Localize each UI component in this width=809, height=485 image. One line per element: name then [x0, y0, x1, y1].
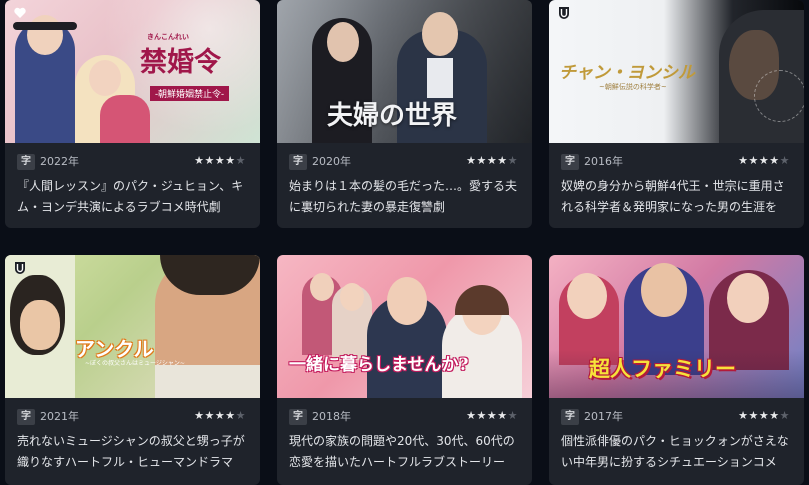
title-art-text: チャン・ヨンシル: [559, 63, 695, 83]
title-card-kinkonrei[interactable]: 禁婚令 きんこんれい -朝鮮婚姻禁止令- 字 2022年 ★★★★★ 『人間レッ…: [5, 0, 260, 228]
description: 奴婢の身分から朝鮮4代王・世宗に重用される科学者＆発明家になった男の生涯を: [561, 179, 785, 214]
subtitle-badge: 字: [289, 154, 307, 170]
shield-icon: [559, 7, 569, 19]
subtitle-badge: 字: [561, 409, 579, 425]
meta-row: 字 2020年 ★★★★★: [277, 151, 532, 175]
title-sub-text: -朝鮮婚姻禁止令-: [150, 86, 230, 101]
description: 始まりは１本の髪の毛だった…。愛する夫に裏切られた妻の暴走復讐劇: [289, 179, 518, 214]
title-art-text: 夫婦の世界: [327, 101, 458, 131]
title-card-jang-young-sil[interactable]: チャン・ヨンシル ~朝鮮伝説の科学者~ 字 2016年 ★★★★★ 奴婢の身分か…: [549, 0, 804, 228]
star-rating: ★★★★★: [194, 154, 246, 167]
title-sub-text: ~朝鮮伝説の科学者~: [599, 83, 667, 91]
thumbnail-image[interactable]: アンクル ~ぼくの叔父さんはミュージシャン~: [5, 255, 260, 398]
description: 売れないミュージシャンの叔父と甥っ子が織りなすハートフル・ヒューマンドラマ: [17, 434, 245, 469]
title-ruby-text: きんこんれい: [147, 32, 189, 41]
thumbnail-image[interactable]: チャン・ヨンシル ~朝鮮伝説の科学者~: [549, 0, 804, 143]
release-year: 2018年: [312, 410, 351, 423]
heart-icon: [14, 7, 26, 18]
subtitle-badge: 字: [561, 154, 579, 170]
title-art-text: 一緒に暮らしませんか?: [289, 355, 469, 375]
title-art-text: 超人ファミリー: [589, 357, 736, 381]
star-rating: ★★★★★: [194, 409, 246, 422]
release-year: 2022年: [40, 155, 79, 168]
thumbnail-image[interactable]: 夫婦の世界: [277, 0, 532, 143]
meta-row: 字 2021年 ★★★★★: [5, 406, 260, 430]
release-year: 2020年: [312, 155, 351, 168]
title-sub-text: ~ぼくの叔父さんはミュージシャン~: [85, 360, 185, 367]
thumbnail-image[interactable]: 禁婚令 きんこんれい -朝鮮婚姻禁止令-: [5, 0, 260, 143]
thumbnail-image[interactable]: 一緒に暮らしませんか?: [277, 255, 532, 398]
title-art-text: 禁婚令: [140, 47, 221, 78]
shield-icon: [15, 262, 25, 274]
subtitle-badge: 字: [17, 154, 35, 170]
star-rating: ★★★★★: [466, 409, 518, 422]
star-rating: ★★★★★: [738, 409, 790, 422]
title-grid: 禁婚令 きんこんれい -朝鮮婚姻禁止令- 字 2022年 ★★★★★ 『人間レッ…: [5, 0, 809, 485]
subtitle-badge: 字: [17, 409, 35, 425]
title-card-uncle[interactable]: アンクル ~ぼくの叔父さんはミュージシャン~ 字 2021年 ★★★★★ 売れな…: [5, 255, 260, 485]
description: 『人間レッスン』のパク・ジュヒョン、キム・ヨンデ共演によるラブコメ時代劇: [17, 179, 244, 214]
star-rating: ★★★★★: [738, 154, 790, 167]
star-rating: ★★★★★: [466, 154, 518, 167]
thumbnail-image[interactable]: 超人ファミリー: [549, 255, 804, 398]
meta-row: 字 2017年 ★★★★★: [549, 406, 804, 430]
title-card-isshoni-kurashimasenka[interactable]: 一緒に暮らしませんか? 字 2018年 ★★★★★ 現代の家族の問題や20代、3…: [277, 255, 532, 485]
meta-row: 字 2016年 ★★★★★: [549, 151, 804, 175]
subtitle-badge: 字: [289, 409, 307, 425]
meta-row: 字 2018年 ★★★★★: [277, 406, 532, 430]
description: 個性派俳優のパク・ヒョックォンがさえない中年男に扮するシチュエーションコメ: [561, 434, 789, 469]
release-year: 2021年: [40, 410, 79, 423]
title-card-choujin-family[interactable]: 超人ファミリー 字 2017年 ★★★★★ 個性派俳優のパク・ヒョックォンがさえ…: [549, 255, 804, 485]
release-year: 2016年: [584, 155, 623, 168]
release-year: 2017年: [584, 410, 623, 423]
description: 現代の家族の問題や20代、30代、60代の恋愛を描いたハートフルラブストーリー: [289, 434, 515, 469]
title-card-fuufu-no-sekai[interactable]: 夫婦の世界 字 2020年 ★★★★★ 始まりは１本の髪の毛だった…。愛する夫に…: [277, 0, 532, 228]
meta-row: 字 2022年 ★★★★★: [5, 151, 260, 175]
